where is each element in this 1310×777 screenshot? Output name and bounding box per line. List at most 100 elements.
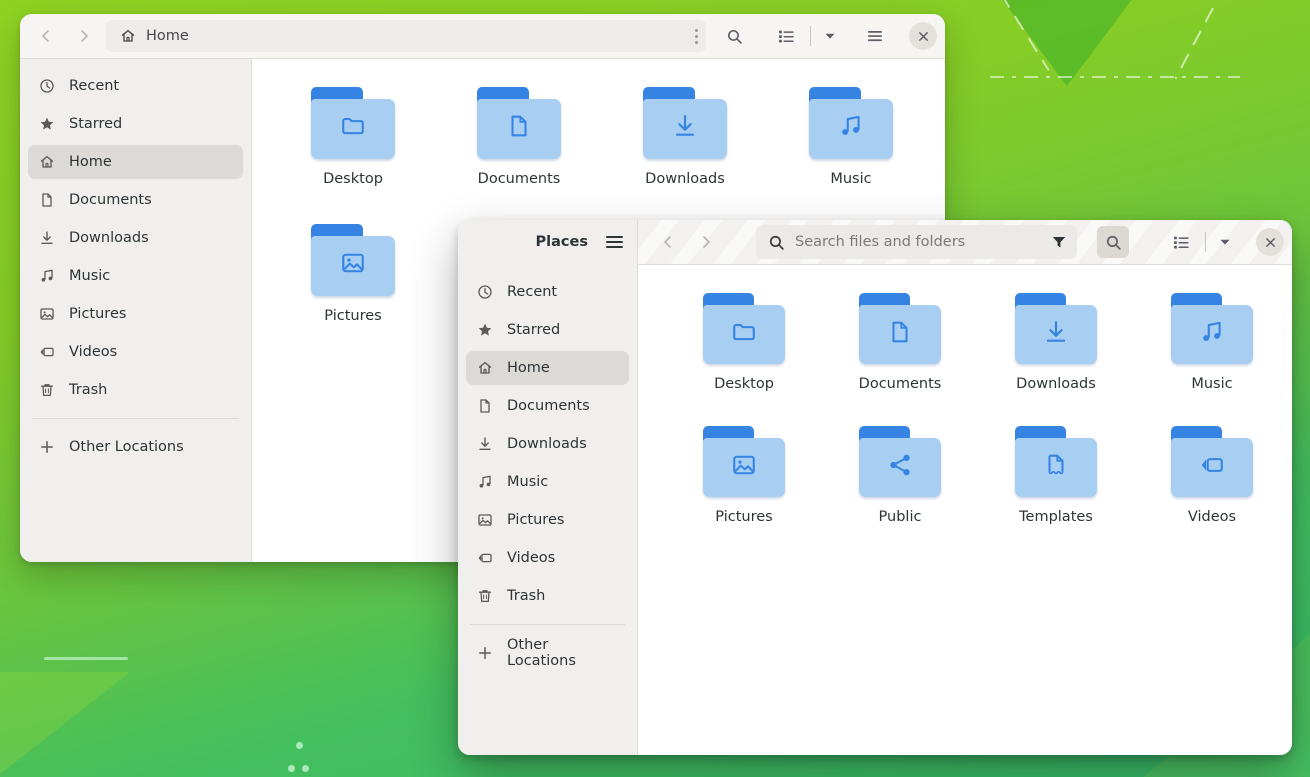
folder-icon — [1171, 426, 1253, 497]
folder-item[interactable]: Desktop — [666, 293, 822, 392]
sidebar-item-pictures[interactable]: Pictures — [28, 297, 243, 331]
chevron-down-icon[interactable] — [819, 20, 841, 52]
decorative-diagonal-dash-left — [1000, 0, 1049, 71]
folder-label: Templates — [1019, 509, 1093, 525]
search-placeholder: Search files and folders — [795, 234, 1041, 250]
front-window-toolbar: Search files and folders — [638, 225, 1292, 259]
sidebar-item-label: Recent — [69, 78, 119, 94]
folder-label: Documents — [859, 376, 942, 392]
folder-item[interactable]: Downloads — [602, 87, 768, 187]
sidebar-divider — [32, 418, 239, 419]
video-icon — [1171, 453, 1253, 477]
decorative-bar — [44, 657, 128, 660]
sidebar-item-music[interactable]: Music — [28, 259, 243, 293]
home-icon — [120, 28, 136, 44]
sidebar-item-music[interactable]: Music — [466, 465, 629, 499]
music-icon — [476, 473, 494, 491]
sidebar-item-downloads[interactable]: Downloads — [28, 221, 243, 255]
front-window-file-grid: Desktop Documents Downloads Music Pictures Pu… — [638, 265, 1292, 755]
sidebar-item-label: Starred — [69, 116, 122, 132]
back-button[interactable] — [652, 226, 684, 258]
folder-item[interactable]: Music — [1134, 293, 1290, 392]
image-icon — [476, 511, 494, 529]
video-icon — [476, 549, 494, 567]
folder-label: Pictures — [715, 509, 772, 525]
sidebar-item-videos[interactable]: Videos — [28, 335, 243, 369]
sidebar-item-label: Other Locations — [507, 637, 619, 669]
sidebar-item-label: Downloads — [69, 230, 149, 246]
folder-label: Music — [1191, 376, 1232, 392]
folder-label: Public — [879, 509, 922, 525]
folder-item[interactable]: Downloads — [978, 293, 1134, 392]
sidebar-item-label: Documents — [69, 192, 152, 208]
toolbar-separator — [810, 26, 811, 46]
sidebar-item-other-locations[interactable]: Other Locations — [466, 636, 629, 670]
decorative-dot — [288, 765, 295, 772]
kebab-menu-icon[interactable] — [695, 29, 698, 44]
forward-button[interactable] — [690, 226, 722, 258]
sidebar-item-label: Music — [69, 268, 110, 284]
folder-label: Pictures — [324, 308, 381, 324]
plus-icon — [38, 438, 56, 456]
folder-item[interactable]: Templates — [978, 426, 1134, 525]
sidebar-item-label: Music — [507, 474, 548, 490]
sidebar-item-pictures[interactable]: Pictures — [466, 503, 629, 537]
sidebar-item-recent[interactable]: Recent — [466, 275, 629, 309]
sidebar-item-label: Videos — [507, 550, 555, 566]
search-toggle-button[interactable] — [1097, 226, 1129, 258]
download-icon — [1015, 320, 1097, 344]
folder-icon — [1171, 293, 1253, 364]
sidebar-item-home[interactable]: Home — [466, 351, 629, 385]
sidebar-item-videos[interactable]: Videos — [466, 541, 629, 575]
toolbar-separator — [1205, 232, 1206, 252]
hamburger-menu-icon[interactable] — [606, 236, 623, 248]
close-button[interactable] — [1256, 228, 1284, 256]
sidebar-item-home[interactable]: Home — [28, 145, 243, 179]
folder-item[interactable]: Documents — [822, 293, 978, 392]
folder-icon — [311, 224, 395, 296]
image-icon — [703, 453, 785, 477]
folder-item[interactable]: Pictures — [666, 426, 822, 525]
folder-item[interactable]: Music — [768, 87, 934, 187]
sidebar-item-documents[interactable]: Documents — [466, 389, 629, 423]
sidebar-item-label: Trash — [69, 382, 107, 398]
folder-label: Desktop — [714, 376, 774, 392]
back-button[interactable] — [30, 20, 62, 52]
decorative-dashed-line — [990, 76, 1240, 78]
forward-button[interactable] — [68, 20, 100, 52]
back-window-sidebar: Recent Starred Home Documents Downloads … — [20, 59, 252, 562]
folder-icon — [477, 87, 561, 159]
folder-item[interactable]: Videos — [1134, 426, 1290, 525]
folder-icon — [703, 320, 785, 344]
filter-funnel-icon[interactable] — [1051, 234, 1067, 250]
chevron-down-icon[interactable] — [1214, 226, 1236, 258]
sidebar-item-documents[interactable]: Documents — [28, 183, 243, 217]
search-button[interactable] — [718, 20, 750, 52]
folder-item[interactable]: Desktop — [270, 87, 436, 187]
folder-item[interactable]: Pictures — [270, 224, 436, 324]
document-icon — [38, 191, 56, 209]
sidebar-item-starred[interactable]: Starred — [466, 313, 629, 347]
sidebar-item-trash[interactable]: Trash — [466, 579, 629, 613]
path-bar[interactable]: Home — [106, 20, 706, 52]
video-icon — [38, 343, 56, 361]
sidebar-item-trash[interactable]: Trash — [28, 373, 243, 407]
sidebar-item-downloads[interactable]: Downloads — [466, 427, 629, 461]
places-sidebar-header: Places — [458, 220, 638, 265]
folder-item[interactable]: Documents — [436, 87, 602, 187]
folder-item[interactable]: Public — [822, 426, 978, 525]
folder-icon — [859, 293, 941, 364]
list-view-icon[interactable] — [1165, 226, 1197, 258]
hamburger-menu-icon[interactable] — [859, 20, 891, 52]
sidebar-item-other-locations[interactable]: Other Locations — [28, 430, 243, 464]
document-icon — [476, 397, 494, 415]
sidebar-item-recent[interactable]: Recent — [28, 69, 243, 103]
close-button[interactable] — [909, 22, 937, 50]
search-icon — [768, 234, 785, 251]
folder-label: Documents — [478, 171, 561, 187]
files-window-search[interactable]: Places Search files and folders — [458, 220, 1292, 755]
sidebar-item-starred[interactable]: Starred — [28, 107, 243, 141]
search-input[interactable]: Search files and folders — [756, 225, 1077, 259]
list-view-icon[interactable] — [770, 20, 802, 52]
decorative-diagonal-dash-right — [1175, 8, 1214, 80]
